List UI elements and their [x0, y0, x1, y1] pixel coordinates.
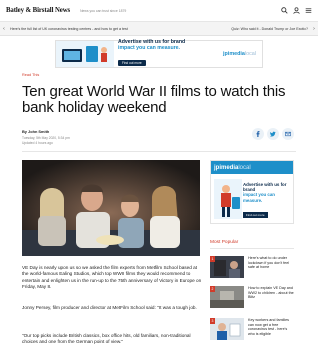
- article-author[interactable]: By John Smith: [22, 129, 49, 134]
- advert-brand-suffix: local: [244, 51, 256, 57]
- article-hero-image[interactable]: [22, 160, 200, 256]
- most-popular-rank: 3: [210, 318, 215, 324]
- article-paragraph: Jonny Persey, film producer and director…: [22, 305, 197, 310]
- most-popular-link[interactable]: Here's what to do under lockdown if you …: [244, 256, 294, 284]
- sidebar-advert-cta-button[interactable]: Find out more: [243, 211, 268, 218]
- advert-subline: impact you can measure.: [118, 45, 180, 51]
- sidebar-advert-subline: impact you can measure.: [243, 192, 275, 203]
- most-popular-link[interactable]: Key workers and families can now get a f…: [244, 318, 294, 346]
- advert-brand-name: jpimedia: [223, 51, 245, 57]
- menu-icon[interactable]: [305, 7, 312, 14]
- news-ticker: ‹ Here's the full list of UK coronavirus…: [0, 22, 318, 36]
- article-paragraph: "Our top picks include British classics,…: [22, 333, 191, 345]
- most-popular-link[interactable]: How to explain VE Day and WW2 to childre…: [244, 286, 294, 314]
- most-popular-heading: Most Popular: [210, 240, 239, 245]
- sidebar-advert-brand-name: jpimedia: [214, 164, 239, 171]
- article-dates: Tuesday, 5th May 2020, 5:34 pm Updated 4…: [22, 136, 70, 145]
- search-icon[interactable]: [281, 7, 288, 14]
- advert-cta-button[interactable]: Find out more: [118, 60, 146, 66]
- sidebar-advert-brand-suffix: local: [238, 164, 251, 171]
- article-date: Tuesday, 5th May 2020, 5:34 pm: [22, 136, 70, 140]
- user-icon[interactable]: [293, 7, 300, 14]
- section-label[interactable]: Read This: [22, 73, 39, 77]
- advert-illustration: [56, 41, 114, 67]
- ticker-headline-left[interactable]: Here's the full list of UK coronavirus t…: [8, 27, 159, 31]
- advert-brand: jpimedialocal: [223, 51, 256, 57]
- most-popular-item[interactable]: 3 Key workers and families can now get a…: [210, 318, 294, 346]
- twitter-icon[interactable]: [267, 128, 279, 140]
- most-popular-divider: [210, 248, 294, 249]
- most-popular-thumbnail: 1: [210, 256, 244, 278]
- header-divider: [22, 151, 296, 152]
- sidebar-advert-brand: jpimedia local: [211, 161, 293, 174]
- header-icons: [281, 7, 312, 14]
- most-popular-thumbnail: 2: [210, 286, 244, 308]
- article-headline: Ten great World War II films to watch th…: [22, 83, 286, 116]
- most-popular-item[interactable]: 2 How to explain VE Day and WW2 to child…: [210, 286, 294, 314]
- sidebar-advert-illustration: [214, 179, 242, 219]
- most-popular-thumbnail: 3: [210, 318, 244, 340]
- ticker-headline-right[interactable]: Quiz: Who said it - Donald Trump or Joe …: [159, 27, 310, 31]
- article-paragraph: VE Day is nearly upon us so we asked the…: [22, 265, 202, 289]
- most-popular-item[interactable]: 1 Here's what to do under lockdown if yo…: [210, 256, 294, 284]
- top-advert[interactable]: Advertise with us for brand impact you c…: [55, 39, 263, 68]
- ticker-next-icon[interactable]: ›: [310, 26, 318, 32]
- site-tagline: News you can trust since 1879: [80, 8, 127, 13]
- most-popular-rank: 2: [210, 286, 215, 292]
- article-updated: Updated 4 hours ago: [22, 140, 53, 145]
- site-logo[interactable]: Batley & Birstall News: [6, 7, 70, 14]
- sidebar-advert[interactable]: jpimedia local Advertise with us for bran…: [210, 160, 294, 224]
- most-popular-rank: 1: [210, 256, 215, 262]
- site-header: Batley & Birstall News News you can trus…: [0, 0, 318, 22]
- facebook-icon[interactable]: [252, 128, 264, 140]
- share-buttons: [252, 128, 294, 140]
- email-icon[interactable]: [282, 128, 294, 140]
- sidebar-advert-headline: Advertise with us for brand: [243, 182, 287, 193]
- ticker-prev-icon[interactable]: ‹: [0, 26, 8, 32]
